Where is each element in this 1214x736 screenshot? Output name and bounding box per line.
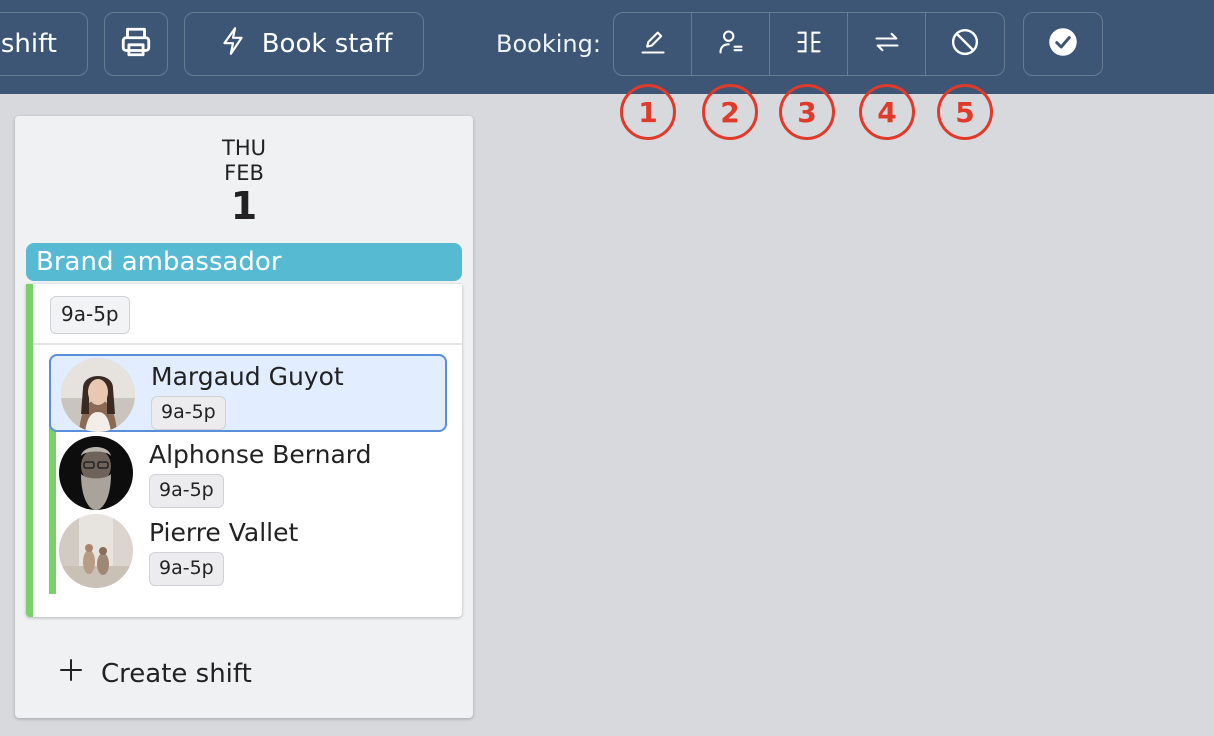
printer-icon — [119, 25, 153, 63]
book-staff-label: Book staff — [261, 29, 393, 59]
staff-time-badge: 9a-5p — [149, 474, 224, 508]
shift-card[interactable]: 9a-5p Margaud Guyot 9a-5p Alphonse Berna… — [26, 284, 462, 617]
avatar — [59, 436, 133, 510]
plus-icon — [59, 658, 83, 689]
booking-actions-group — [613, 12, 1005, 76]
booking-label: Booking: — [496, 30, 601, 58]
staff-time-badge: 9a-5p — [149, 552, 224, 586]
swap-staff-button[interactable] — [848, 13, 926, 75]
marker-5: 5 — [937, 84, 993, 140]
check-circle-icon — [1048, 27, 1078, 61]
role-header[interactable]: Brand ambassador — [26, 243, 462, 281]
top-toolbar: shift Book staff Booking: — [0, 0, 1214, 94]
day-column: THU FEB 1 Brand ambassador 9a-5p Margaud… — [15, 116, 473, 718]
create-shift-button[interactable]: Create shift — [59, 658, 252, 689]
cancel-icon — [950, 27, 980, 61]
edit-icon — [639, 28, 667, 60]
divider — [33, 343, 462, 345]
staff-name: Margaud Guyot — [151, 362, 344, 391]
shift-button-label: shift — [0, 29, 57, 59]
staff-name: Pierre Vallet — [149, 518, 299, 547]
day-header: THU FEB 1 — [15, 136, 473, 226]
assign-staff-button[interactable] — [692, 13, 770, 75]
swap-icon — [873, 28, 901, 60]
avatar — [59, 514, 133, 588]
lightning-icon — [216, 26, 246, 63]
split-icon — [795, 28, 823, 60]
marker-4: 4 — [859, 84, 915, 140]
book-staff-button[interactable]: Book staff — [184, 12, 424, 76]
staff-time-badge: 9a-5p — [151, 396, 226, 430]
day-date: 1 — [230, 184, 258, 228]
edit-booking-button[interactable] — [614, 13, 692, 75]
day-month: FEB — [224, 161, 264, 185]
split-shift-button[interactable] — [770, 13, 848, 75]
marker-1: 1 — [620, 84, 676, 140]
shift-button[interactable]: shift — [0, 12, 88, 76]
day-weekday: THU — [222, 136, 266, 160]
user-assign-icon — [717, 28, 745, 60]
staff-row[interactable]: Margaud Guyot 9a-5p — [49, 354, 447, 432]
staff-row[interactable]: Pierre Vallet 9a-5p — [49, 512, 447, 590]
avatar — [61, 358, 135, 432]
marker-2: 2 — [702, 84, 758, 140]
create-shift-label: Create shift — [101, 658, 252, 689]
shift-time-badge: 9a-5p — [50, 296, 130, 334]
confirm-button[interactable] — [1023, 12, 1103, 76]
cancel-booking-button[interactable] — [926, 13, 1004, 75]
print-button[interactable] — [104, 12, 168, 76]
marker-3: 3 — [779, 84, 835, 140]
staff-row[interactable]: Alphonse Bernard 9a-5p — [49, 434, 447, 512]
staff-name: Alphonse Bernard — [149, 440, 372, 469]
